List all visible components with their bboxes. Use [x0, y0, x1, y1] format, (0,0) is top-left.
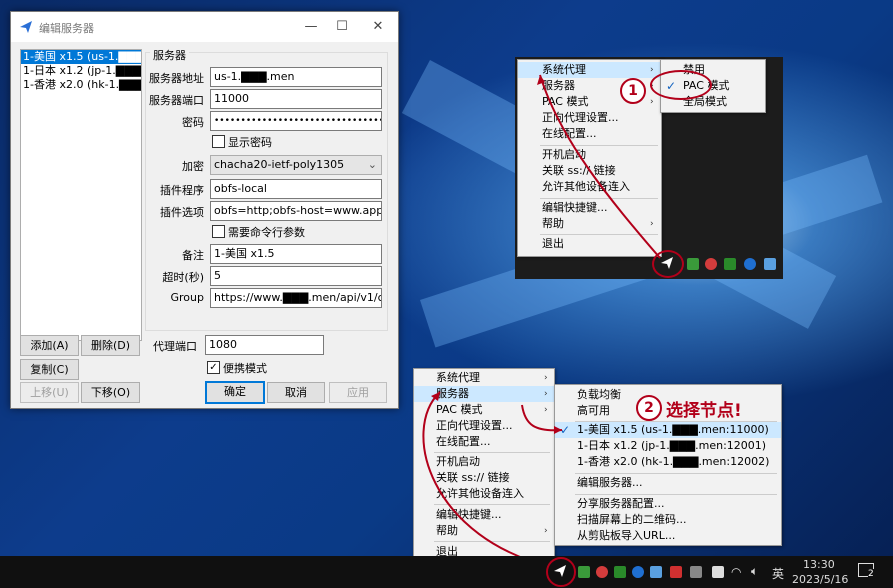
shield-icon[interactable] [670, 566, 682, 578]
clock-time[interactable]: 13:30 [803, 558, 835, 571]
clock-date[interactable]: 2023/5/16 [792, 573, 848, 586]
tray-app-icon[interactable] [596, 566, 608, 578]
bluetooth-icon[interactable] [632, 566, 644, 578]
tray-app-icon[interactable] [650, 566, 662, 578]
shadowsocks-tray-icon[interactable] [553, 564, 567, 578]
wifi-icon[interactable]: ◠ [731, 565, 741, 579]
notification-count: 2 [868, 569, 874, 579]
battery-icon[interactable] [712, 566, 724, 578]
tray-app-icon[interactable] [614, 566, 626, 578]
annotation-arrow-2 [422, 391, 563, 569]
tray-app-icon[interactable] [578, 566, 590, 578]
taskbar [0, 556, 893, 588]
tray-app-icon[interactable] [690, 566, 702, 578]
ime-indicator[interactable]: 英 [772, 565, 784, 582]
volume-icon[interactable]: 🔈︎ [751, 564, 758, 579]
